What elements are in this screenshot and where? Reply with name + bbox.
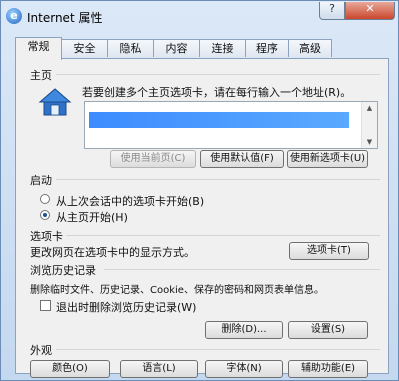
close-button[interactable]: ✕ <box>345 2 395 20</box>
general-tab-panel: 主页 若要创建多个主页选项卡，请在每行输入一个地址(R)。 ▲ ▼ 使用当前页(… <box>15 58 389 378</box>
section-divider <box>104 269 380 270</box>
tab-programs[interactable]: 程序 <box>245 39 289 57</box>
tabs-description: 更改网页在选项卡中的显示方式。 <box>30 246 195 259</box>
colors-button[interactable]: 颜色(O) <box>30 360 110 378</box>
startup-section-label: 启动 <box>30 174 52 187</box>
tab-content[interactable]: 内容 <box>153 39 200 57</box>
delete-history-button[interactable]: 删除(D)... <box>205 321 283 339</box>
window-title: Internet 属性 <box>27 11 103 25</box>
appearance-section-label: 外观 <box>30 344 52 357</box>
tab-connections[interactable]: 连接 <box>199 39 246 57</box>
tab-general[interactable]: 常规 <box>15 37 62 60</box>
scroll-down-icon[interactable]: ▼ <box>362 136 377 148</box>
history-settings-button[interactable]: 设置(S) <box>288 321 368 339</box>
help-button[interactable]: ? <box>319 2 345 20</box>
startup-option-label: 从主页开始(H) <box>56 211 128 224</box>
languages-button[interactable]: 语言(L) <box>120 360 198 378</box>
tabs-button[interactable]: 选项卡(T) <box>289 242 369 260</box>
history-description: 删除临时文件、历史记录、Cookie、保存的密码和网页表单信息。 <box>30 285 324 296</box>
delete-on-exit-label: 退出时删除浏览历史记录(W) <box>56 301 197 314</box>
radio-button-selected[interactable] <box>40 210 50 220</box>
section-divider <box>56 74 380 75</box>
fonts-button[interactable]: 字体(N) <box>205 360 283 378</box>
tab-security[interactable]: 安全 <box>61 39 108 57</box>
internet-explorer-icon: e <box>6 8 22 24</box>
use-new-tab-button[interactable]: 使用新选项卡(U) <box>287 150 368 168</box>
radio-button[interactable] <box>40 194 50 204</box>
title-bar: e Internet 属性 ? ✕ <box>1 1 399 31</box>
internet-properties-window: e Internet 属性 ? ✕ 常规 安全 隐私 内容 连接 程序 高级 主… <box>0 0 399 381</box>
url-scrollbar[interactable]: ▲ ▼ <box>361 102 377 148</box>
accessibility-button[interactable]: 辅助功能(E) <box>288 360 368 378</box>
tabs-section-label: 选项卡 <box>30 230 63 243</box>
section-divider <box>56 179 380 180</box>
scroll-up-icon[interactable]: ▲ <box>362 102 377 114</box>
startup-option-label: 从上次会话中的选项卡开始(B) <box>56 195 205 208</box>
homepage-section-label: 主页 <box>30 69 52 82</box>
home-icon <box>38 88 72 116</box>
homepage-url-textarea[interactable]: ▲ ▼ <box>84 101 378 149</box>
history-section-label: 浏览历史记录 <box>30 264 96 277</box>
section-divider <box>56 349 380 350</box>
tab-privacy[interactable]: 隐私 <box>107 39 154 57</box>
use-default-button[interactable]: 使用默认值(F) <box>200 150 284 168</box>
homepage-prompt: 若要创建多个主页选项卡，请在每行输入一个地址(R)。 <box>82 86 352 99</box>
tab-advanced[interactable]: 高级 <box>288 39 332 57</box>
delete-on-exit-checkbox[interactable] <box>40 300 51 311</box>
section-divider <box>66 235 380 236</box>
use-current-button[interactable]: 使用当前页(C) <box>110 150 196 168</box>
homepage-url-value <box>89 112 349 128</box>
